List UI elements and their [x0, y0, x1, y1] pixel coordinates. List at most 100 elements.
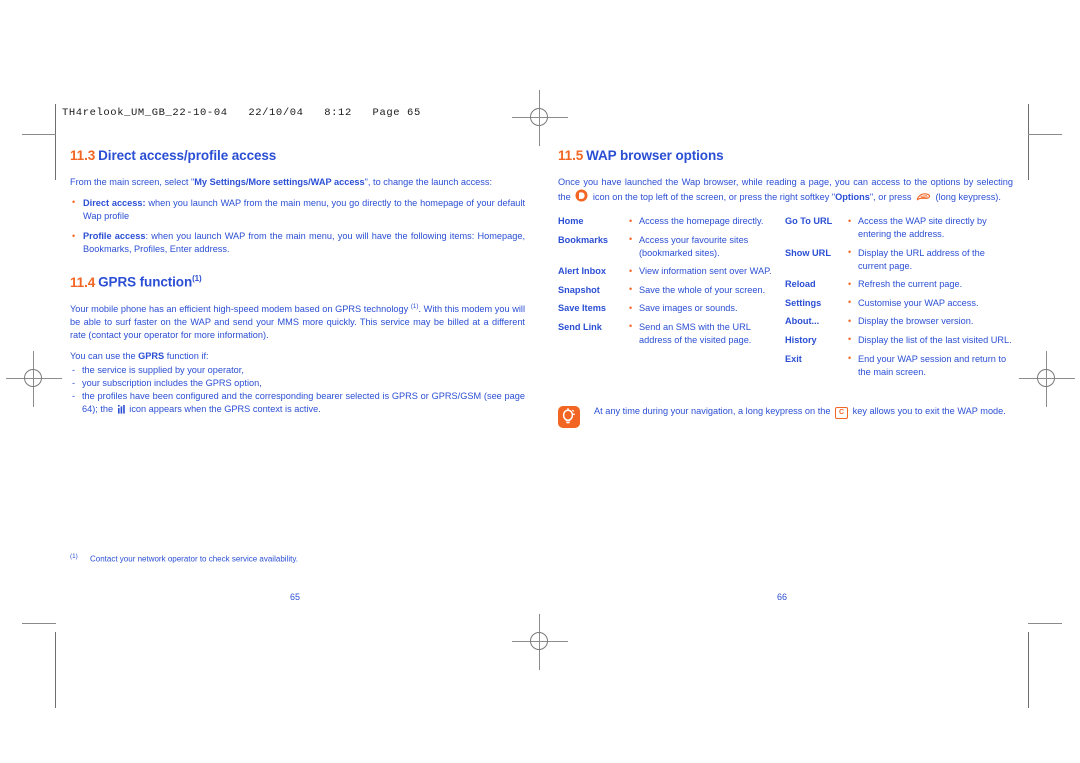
- heading-11-5: 11.5 WAP browser options: [558, 148, 1013, 165]
- gprs-footnote-mark: (1): [410, 302, 419, 310]
- list-item: the service is supplied by your operator…: [70, 364, 525, 377]
- option-description: Send an SMS with the URL address of the …: [628, 320, 785, 347]
- option-description: End your WAP session and return to the m…: [847, 352, 1012, 379]
- heading-11-4-footnote-mark: (1): [192, 274, 202, 284]
- option-term: Settings: [785, 297, 822, 308]
- print-slug-header: TH4relook_UM_GB_22-10-04 22/10/04 8:12 P…: [62, 107, 421, 119]
- table-row: Send Link Send an SMS with the URL addre…: [558, 320, 785, 347]
- registration-mark-right: [1019, 351, 1075, 407]
- heading-11-5-title: WAP browser options: [586, 148, 724, 163]
- option-term: Go To URL: [785, 216, 833, 226]
- footnote-service-availability: (1) Contact your network operator to chec…: [70, 553, 525, 565]
- page-number-left: 65: [290, 592, 301, 602]
- tip-note-text: At any time during your navigation, a lo…: [594, 405, 1013, 420]
- option-term: Home: [558, 216, 584, 226]
- registration-mark-left: [6, 351, 62, 407]
- list-gprs-conditions: the service is supplied by your operator…: [70, 364, 525, 418]
- heading-11-4-number: 11.4: [70, 274, 96, 290]
- note-text-b: key allows you to exit the WAP mode.: [850, 406, 1006, 417]
- bullet-term-profile-access: Profile access: [83, 231, 146, 242]
- lead-post: function if:: [164, 350, 209, 361]
- crop-line-left-top: [55, 104, 56, 180]
- option-description: Customise your WAP access.: [847, 296, 1012, 310]
- clear-key-icon: C: [835, 406, 849, 420]
- crop-line-right-top: [1028, 104, 1029, 180]
- option-term: Exit: [785, 353, 802, 364]
- option-description: Access the WAP site directly by entering…: [847, 214, 1012, 241]
- option-description: Display the URL address of the current p…: [847, 246, 1012, 273]
- table-row: Alert Inbox View information sent over W…: [558, 265, 785, 278]
- note-text-a: At any time during your navigation, a lo…: [594, 406, 834, 417]
- table-row: Save Items Save images or sounds.: [558, 302, 785, 315]
- heading-11-4-title: GPRS function: [98, 274, 193, 290]
- paragraph-11-3-intro: From the main screen, select "My Setting…: [70, 176, 525, 189]
- list-item: your subscription includes the GPRS opti…: [70, 377, 525, 390]
- option-term: Send Link: [558, 321, 602, 332]
- paragraph-gprs-conditions-lead: You can use the GPRS function if:: [70, 350, 525, 363]
- bullet-text-profile-access: : when you launch WAP from the main menu…: [83, 231, 525, 255]
- key-press-icon: [916, 192, 931, 206]
- table-row: Home Access the homepage directly.: [558, 214, 785, 228]
- intro-bold-path: My Settings/More settings/WAP access: [194, 176, 365, 187]
- tip-note-box: At any time during your navigation, a lo…: [558, 405, 1013, 429]
- option-description: Refresh the current page.: [847, 278, 1012, 291]
- table-row: Exit End your WAP session and return to …: [785, 352, 1012, 379]
- bullet-text-direct-access: when you launch WAP from the main menu, …: [83, 197, 526, 221]
- table-row: Reload Refresh the current page.: [785, 278, 1012, 291]
- gprs-para-a: Your mobile phone has an efficient high-…: [70, 303, 411, 314]
- tip-bulb-icon: [558, 406, 580, 429]
- heading-11-3-number: 11.3: [70, 148, 96, 163]
- wap-options-column-2: Go To URL Access the WAP site directly b…: [785, 214, 1012, 384]
- table-row: Show URL Display the URL address of the …: [785, 246, 1012, 273]
- heading-11-3: 11.3 Direct access/profile access: [70, 148, 525, 165]
- table-row: Snapshot Save the whole of your screen.: [558, 283, 785, 297]
- list-item: Direct access: when you launch WAP from …: [70, 196, 526, 223]
- printed-page-sheet: TH4relook_UM_GB_22-10-04 22/10/04 8:12 P…: [0, 0, 1080, 763]
- wap-intro-c: ", or press: [869, 191, 914, 202]
- wap-intro-d: (long keypress).: [932, 191, 1001, 202]
- registration-mark-top: [512, 90, 568, 146]
- footnote-mark: (1): [70, 553, 78, 560]
- wap-options-table: Home Access the homepage directly. Bookm…: [558, 214, 1013, 384]
- table-row: Settings Customise your WAP access.: [785, 296, 1012, 310]
- option-term: Bookmarks: [558, 234, 609, 245]
- lead-bold-gprs: GPRS: [138, 350, 165, 361]
- paragraph-gprs-description: Your mobile phone has an efficient high-…: [70, 303, 525, 342]
- gprs-icon: [117, 405, 125, 418]
- table-row: Go To URL Access the WAP site directly b…: [785, 214, 1012, 241]
- list-item: Profile access: when you launch WAP from…: [70, 230, 525, 256]
- intro-post: ", to change the launch access:: [364, 176, 493, 187]
- crop-tick-top-left: [22, 134, 56, 135]
- wap-intro-bold-options: Options: [835, 191, 870, 202]
- table-row: Bookmarks Access your favourite sites (b…: [558, 233, 785, 260]
- option-term: Show URL: [785, 247, 831, 258]
- heading-11-4: 11.4 GPRS function(1): [70, 274, 525, 291]
- option-term: Save Items: [558, 303, 607, 314]
- option-term: Alert Inbox: [558, 266, 606, 277]
- footnote-text: Contact your network operator to check s…: [90, 554, 298, 564]
- crop-line-left-bottom: [55, 632, 56, 708]
- option-description: View information sent over WAP.: [628, 265, 785, 278]
- option-description: Access the homepage directly.: [628, 214, 785, 228]
- table-row: History Display the list of the last vis…: [785, 333, 1012, 347]
- option-term: Reload: [785, 279, 816, 290]
- option-description: Display the browser version.: [847, 315, 1012, 328]
- option-term: About...: [785, 316, 820, 327]
- wap-intro-b: icon on the top left of the screen, or p…: [590, 191, 836, 202]
- wap-browser-icon: [575, 189, 588, 206]
- table-row: About... Display the browser version.: [785, 315, 1012, 328]
- crop-tick-bottom-left: [22, 623, 56, 624]
- option-term: History: [785, 334, 817, 345]
- crop-line-right-bottom: [1028, 632, 1029, 708]
- registration-mark-bottom: [512, 614, 568, 670]
- dash-last-text-b: icon appears when the GPRS context is ac…: [126, 404, 321, 415]
- paragraph-11-5-intro: Once you have launched the Wap browser, …: [558, 176, 1013, 206]
- heading-11-3-title: Direct access/profile access: [98, 148, 277, 163]
- left-page-column: 11.3 Direct access/profile access From th…: [70, 148, 525, 418]
- option-description: Access your favourite sites (bookmarked …: [628, 233, 785, 260]
- option-description: Display the list of the last visited URL…: [847, 333, 1012, 347]
- wap-options-column-1: Home Access the homepage directly. Bookm…: [558, 214, 785, 384]
- heading-11-5-number: 11.5: [558, 148, 584, 163]
- lead-pre: You can use the: [70, 350, 139, 361]
- option-description: Save images or sounds.: [628, 302, 785, 315]
